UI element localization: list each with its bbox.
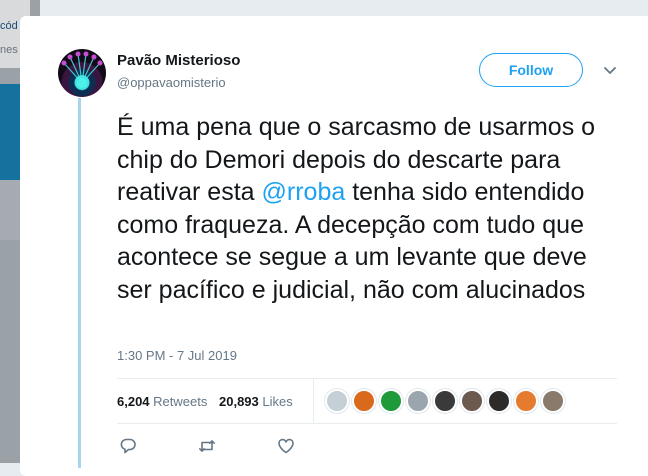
user-handle[interactable]: @oppavaomisterio xyxy=(117,75,226,90)
divider xyxy=(313,378,314,423)
background-text-fragment: nes xyxy=(0,44,18,56)
tweet-stats: 6,204 Retweets 20,893 Likes xyxy=(117,394,293,409)
tweet-text: É uma pena que o sarcasmo de usarmos o c… xyxy=(117,111,617,306)
liker-avatar-default-profile[interactable] xyxy=(325,389,349,413)
liker-avatars xyxy=(325,389,568,413)
liker-avatar-man-portrait[interactable] xyxy=(460,389,484,413)
thread-line xyxy=(78,98,81,468)
divider xyxy=(117,423,617,424)
reply-icon[interactable] xyxy=(119,437,137,455)
background-text-fragment: cód xyxy=(0,20,18,32)
likes-label: Likes xyxy=(262,394,293,409)
retweets-label: Retweets xyxy=(153,394,208,409)
likes-stat[interactable]: 20,893 Likes xyxy=(219,394,293,409)
likes-count: 20,893 xyxy=(219,394,259,409)
liker-avatar-cartoon-girl[interactable] xyxy=(514,389,538,413)
mention-link[interactable]: @rroba xyxy=(262,178,346,206)
heart-icon[interactable] xyxy=(277,437,295,455)
retweets-count: 6,204 xyxy=(117,394,150,409)
follow-button[interactable]: Follow xyxy=(479,53,583,87)
retweet-icon[interactable] xyxy=(198,437,216,455)
peacock-icon xyxy=(61,51,103,88)
avatar[interactable] xyxy=(58,49,106,97)
liker-avatar-brazil-flag[interactable] xyxy=(379,389,403,413)
liker-avatar-dark-hair-woman[interactable] xyxy=(487,389,511,413)
chevron-down-icon[interactable] xyxy=(603,66,617,76)
liker-avatar-face-grey[interactable] xyxy=(406,389,430,413)
liker-avatar-suit-figure[interactable] xyxy=(433,389,457,413)
display-name[interactable]: Pavão Misterioso xyxy=(117,52,240,69)
liker-avatar-smiling-man[interactable] xyxy=(541,389,565,413)
liker-avatar-orange-figure[interactable] xyxy=(352,389,376,413)
tweet-timestamp[interactable]: 1:30 PM - 7 Jul 2019 xyxy=(117,348,237,363)
divider xyxy=(117,378,617,379)
retweets-stat[interactable]: 6,204 Retweets xyxy=(117,394,207,409)
